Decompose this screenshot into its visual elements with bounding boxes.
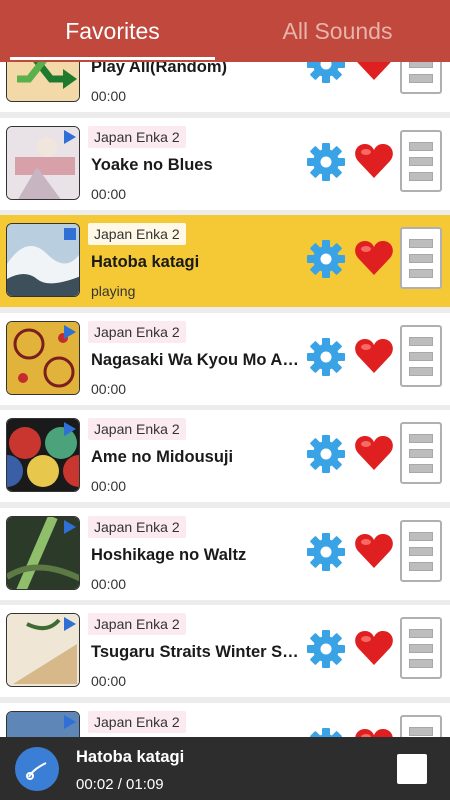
- sound-status: 00:00: [91, 185, 127, 202]
- album-tag: Japan Enka 2: [88, 125, 186, 148]
- tab-favorites-label: Favorites: [65, 17, 160, 44]
- list-item[interactable]: Japan Enka 2 Nagasaki Wa Kyou Mo Ame 00:00: [0, 312, 450, 405]
- seigaiha-pattern-image[interactable]: [6, 418, 80, 492]
- wheel-pattern-image[interactable]: [6, 320, 80, 395]
- gear-icon[interactable]: [306, 434, 346, 474]
- album-tag: Japan Enka 2: [88, 418, 186, 440]
- sound-title: Tsugaru Straits Winter Scene: [91, 643, 305, 661]
- list-item[interactable]: Japan Enka 2 Tsugaru Straits Winter Scene…: [0, 605, 450, 697]
- music-note-icon[interactable]: [15, 747, 59, 791]
- album-tag: Japan Enka 2: [88, 515, 186, 538]
- list-item[interactable]: Japan Enka 2 Yoake no Blues 00:00: [0, 117, 450, 210]
- ocean-waves-image[interactable]: [6, 223, 80, 297]
- bamboo-image[interactable]: [6, 515, 80, 590]
- gear-icon[interactable]: [306, 62, 346, 84]
- menu-icon[interactable]: [400, 62, 442, 94]
- album-tag: Japan Enka 2: [88, 223, 186, 245]
- tab-all-sounds[interactable]: All Sounds: [225, 0, 450, 62]
- sound-status: 00:00: [91, 575, 127, 592]
- blue-image[interactable]: [6, 710, 80, 737]
- album-tag: Japan Enka 2: [88, 613, 186, 635]
- play-icon: [64, 617, 76, 631]
- sound-title: Hoshikage no Waltz: [91, 545, 247, 564]
- list-item[interactable]: PlayPlay All(Random)00:00: [0, 62, 450, 112]
- player-bar: Hatoba katagi 00:02 / 01:09: [0, 737, 450, 800]
- list-item[interactable]: Japan Enka 2 Ame no Midousuji 00:00: [0, 410, 450, 502]
- heart-icon[interactable]: [354, 434, 394, 472]
- tab-bar: Favorites All Sounds: [0, 0, 450, 62]
- sound-status: 00:00: [91, 380, 127, 397]
- kimono-image[interactable]: [6, 125, 80, 200]
- album-tag: Japan Enka 2: [88, 320, 186, 343]
- gear-icon[interactable]: [306, 727, 346, 737]
- sound-status: 00:00: [91, 478, 127, 494]
- sound-status: 00:00: [91, 88, 127, 104]
- tab-favorites[interactable]: Favorites: [0, 0, 225, 62]
- active-tab-indicator: [10, 57, 215, 60]
- gear-icon[interactable]: [306, 239, 346, 279]
- heart-icon[interactable]: [354, 239, 394, 277]
- tab-all-sounds-label: All Sounds: [282, 17, 393, 44]
- menu-icon[interactable]: [400, 714, 442, 737]
- now-playing-title: Hatoba katagi: [76, 748, 185, 766]
- list-item[interactable]: Japan Enka 2 Hatoba katagi playing: [0, 215, 450, 307]
- album-tag: Japan Enka 2: [88, 710, 186, 733]
- play-icon: [64, 422, 76, 436]
- sound-list-content: PlayPlay All(Random)00:00Japan Enka 2Yoa…: [0, 62, 450, 737]
- shuffle-icon[interactable]: [6, 62, 80, 102]
- list-item[interactable]: Japan Enka 2 Hoshikage no Waltz 00:00: [0, 507, 450, 600]
- sound-status: playing: [91, 283, 136, 299]
- sound-title: Hatoba katagi: [91, 253, 200, 271]
- sound-title: Play All(Random): [91, 62, 227, 76]
- heart-icon[interactable]: [354, 62, 394, 82]
- stop-icon: [64, 228, 76, 240]
- stop-icon[interactable]: [397, 754, 427, 784]
- heart-icon[interactable]: [354, 142, 394, 180]
- heart-icon[interactable]: [354, 337, 394, 375]
- sound-title: Ame no Midousuji: [91, 448, 234, 466]
- now-playing-time: 00:02 / 01:09: [76, 776, 164, 793]
- heart-icon[interactable]: [354, 532, 394, 570]
- sound-title: Nagasaki Wa Kyou Mo Ame: [91, 350, 305, 369]
- gear-icon[interactable]: [306, 337, 346, 377]
- folding-fan-image[interactable]: [6, 613, 80, 687]
- gear-icon[interactable]: [306, 532, 346, 572]
- play-icon: [64, 519, 76, 534]
- sound-status: 00:00: [91, 673, 127, 689]
- list-item[interactable]: Japan Enka 2: [0, 702, 450, 737]
- heart-icon[interactable]: [354, 629, 394, 667]
- menu-icon[interactable]: [400, 617, 442, 679]
- app-root: Favorites All Sounds PlayPlay All(Random…: [0, 0, 450, 800]
- play-icon: [64, 714, 76, 729]
- heart-icon[interactable]: [354, 727, 394, 737]
- menu-icon[interactable]: [400, 129, 442, 192]
- menu-icon[interactable]: [400, 324, 442, 387]
- gear-icon[interactable]: [306, 142, 346, 182]
- sound-title: Yoake no Blues: [91, 155, 213, 174]
- play-icon: [64, 324, 76, 339]
- menu-icon[interactable]: [400, 227, 442, 289]
- menu-icon[interactable]: [400, 519, 442, 582]
- menu-icon[interactable]: [400, 422, 442, 484]
- play-icon: [64, 129, 76, 144]
- sound-list[interactable]: PlayPlay All(Random)00:00Japan Enka 2Yoa…: [0, 62, 450, 737]
- gear-icon[interactable]: [306, 629, 346, 669]
